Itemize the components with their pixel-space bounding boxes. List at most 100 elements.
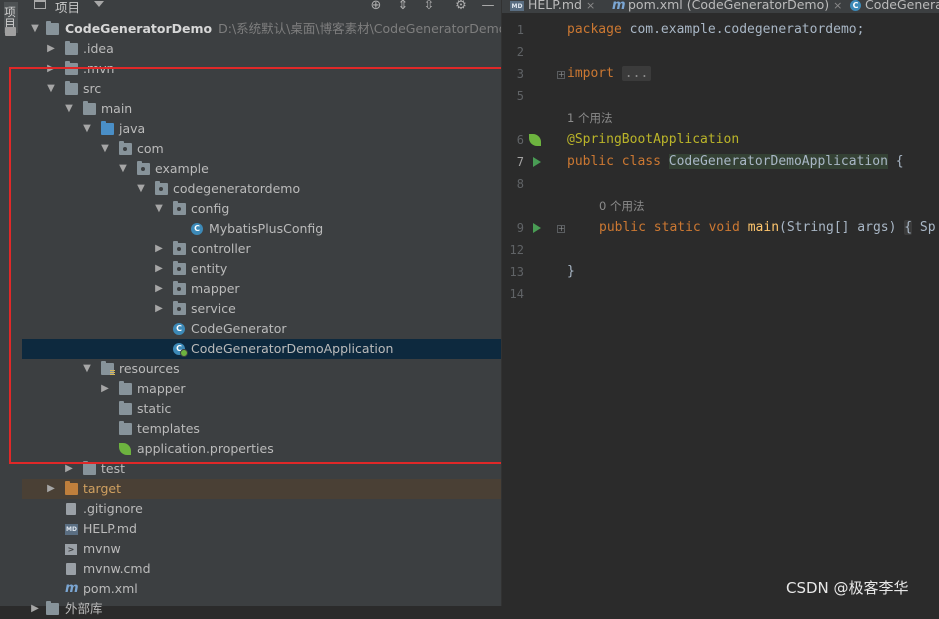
node-label: mvnw.cmd xyxy=(83,561,151,576)
node-label: com xyxy=(137,141,164,156)
chevron-down-icon[interactable]: ▼ xyxy=(64,99,74,119)
tab-codegenerator-app[interactable]: C CodeGenera xyxy=(850,0,939,13)
project-panel-header: 项目 ⊕ ⇕ ⇳ ⚙ — xyxy=(22,0,501,19)
node-label: config xyxy=(191,201,230,216)
run-icon[interactable] xyxy=(533,157,541,167)
view-dropdown-icon[interactable] xyxy=(94,1,104,7)
run-icon[interactable] xyxy=(533,223,541,233)
package-icon xyxy=(119,141,132,155)
chevron-right-icon[interactable]: ▶ xyxy=(46,59,56,79)
folder-icon xyxy=(65,81,78,95)
line-number: 6 xyxy=(516,133,524,147)
locate-icon[interactable]: ⊕ xyxy=(368,0,384,14)
node-label: codegeneratordemo xyxy=(173,181,301,196)
tab-label: CodeGenera xyxy=(865,0,939,12)
node-label: service xyxy=(191,301,236,316)
code-area[interactable]: package com.example.codegeneratordemo; i… xyxy=(567,13,939,606)
node-label: target xyxy=(83,481,122,496)
tree-row-main[interactable]: ▼ main xyxy=(22,99,501,119)
collapse-all-icon[interactable]: ⇳ xyxy=(421,0,437,14)
spring-bean-icon[interactable] xyxy=(529,134,541,146)
tool-window-strip: 项目 xyxy=(0,0,23,606)
markdown-icon: MD xyxy=(510,0,524,11)
chevron-down-icon[interactable]: ▼ xyxy=(82,359,92,379)
tree-row-codegeneratordemo[interactable]: ▼ codegeneratordemo xyxy=(22,179,501,199)
tree-row-com[interactable]: ▼ com xyxy=(22,139,501,159)
code-editor: MD HELP.md × m pom.xml (CodeGeneratorDemo) ×… xyxy=(501,0,939,606)
tree-row-entity[interactable]: ▶ entity xyxy=(22,259,501,279)
chevron-right-icon[interactable]: ▶ xyxy=(154,259,164,279)
usages-hint[interactable]: 1 个用法 xyxy=(567,107,612,129)
chevron-down-icon[interactable]: ▼ xyxy=(136,179,146,199)
resources-folder-icon xyxy=(101,361,115,376)
chevron-right-icon[interactable]: ▶ xyxy=(64,459,74,479)
tree-row-external-libs[interactable]: ▶ 外部库 xyxy=(22,599,501,619)
tree-row-res-mapper[interactable]: ▶ mapper xyxy=(22,379,501,399)
node-label: mapper xyxy=(137,381,186,396)
tree-row-test[interactable]: ▶ test xyxy=(22,459,501,479)
chevron-right-icon[interactable]: ▶ xyxy=(30,599,40,619)
chevron-down-icon[interactable]: ▼ xyxy=(46,79,56,99)
code-line-9: public static void main(String[] args) {… xyxy=(599,220,936,235)
tree-row-app-selected[interactable]: C CodeGeneratorDemoApplication xyxy=(22,339,501,359)
tree-row-target[interactable]: ▶ target xyxy=(22,479,501,499)
folder-icon xyxy=(65,41,78,55)
tree-row-root[interactable]: ▼ CodeGeneratorDemo D:\系统默认\桌面\博客素材\CodeG… xyxy=(22,19,506,39)
root-path: D:\系统默认\桌面\博客素材\CodeGeneratorDemo xyxy=(218,21,507,36)
node-label: .mvn xyxy=(83,61,115,76)
tree-row-codegenerator[interactable]: C CodeGenerator xyxy=(22,319,501,339)
code-line-1: package com.example.codegeneratordemo; xyxy=(567,22,865,37)
close-icon[interactable]: × xyxy=(586,0,595,12)
tree-row-application-properties[interactable]: application.properties xyxy=(22,439,501,459)
markdown-icon: MD xyxy=(65,524,78,535)
tree-row-mybatisplusconfig[interactable]: C MybatisPlusConfig xyxy=(22,219,501,239)
tab-label: pom.xml (CodeGeneratorDemo) xyxy=(628,0,830,12)
package-icon xyxy=(173,281,186,295)
tree-row-service[interactable]: ▶ service xyxy=(22,299,501,319)
chevron-right-icon[interactable]: ▶ xyxy=(154,279,164,299)
tree-row-example[interactable]: ▼ example xyxy=(22,159,501,179)
chevron-down-icon[interactable]: ▼ xyxy=(82,119,92,139)
chevron-down-icon[interactable]: ▼ xyxy=(30,19,40,39)
terminal-icon: > xyxy=(65,544,77,555)
tree-row-resources[interactable]: ▼ resources xyxy=(22,359,501,379)
folder-icon xyxy=(119,381,132,395)
node-label: java xyxy=(119,121,146,136)
chevron-right-icon[interactable]: ▶ xyxy=(46,39,56,59)
tree-row-mvnw[interactable]: > mvnw xyxy=(22,539,501,559)
chevron-right-icon[interactable]: ▶ xyxy=(46,479,56,499)
tree-row-src[interactable]: ▼ src xyxy=(22,79,501,99)
tab-help-md[interactable]: MD HELP.md × xyxy=(510,0,595,13)
tree-row-help-md[interactable]: MD HELP.md xyxy=(22,519,501,539)
fold-marker-icon[interactable]: + xyxy=(557,71,565,79)
chevron-right-icon[interactable]: ▶ xyxy=(154,239,164,259)
tree-row-static[interactable]: static xyxy=(22,399,501,419)
chevron-right-icon[interactable]: ▶ xyxy=(154,299,164,319)
tree-row-mapper[interactable]: ▶ mapper xyxy=(22,279,501,299)
tree-row-java[interactable]: ▼ java xyxy=(22,119,501,139)
tab-pom-xml[interactable]: m pom.xml (CodeGeneratorDemo) × xyxy=(612,0,842,13)
fold-marker-icon[interactable]: + xyxy=(557,225,565,233)
usages-hint[interactable]: 0 个用法 xyxy=(599,195,644,217)
folded-imports[interactable]: ... xyxy=(621,66,652,81)
line-number: 8 xyxy=(516,177,524,191)
tree-row-templates[interactable]: templates xyxy=(22,419,501,439)
close-icon[interactable]: × xyxy=(833,0,842,12)
tree-row-controller[interactable]: ▶ controller xyxy=(22,239,501,259)
tree-row-pom[interactable]: m pom.xml xyxy=(22,579,501,599)
gear-icon[interactable]: ⚙ xyxy=(453,0,469,14)
chevron-down-icon[interactable]: ▼ xyxy=(118,159,128,179)
tree-row-mvn[interactable]: ▶ .mvn xyxy=(22,59,501,79)
chevron-right-icon[interactable]: ▶ xyxy=(100,379,110,399)
tree-row-idea[interactable]: ▶ .idea xyxy=(22,39,501,59)
line-number: 1 xyxy=(516,23,524,37)
tree-row-config[interactable]: ▼ config xyxy=(22,199,501,219)
expand-all-icon[interactable]: ⇕ xyxy=(395,0,411,14)
node-label: MybatisPlusConfig xyxy=(209,221,324,236)
tree-row-mvnw-cmd[interactable]: mvnw.cmd xyxy=(22,559,501,579)
chevron-down-icon[interactable]: ▼ xyxy=(154,199,164,219)
chevron-down-icon[interactable]: ▼ xyxy=(100,139,110,159)
watermark: CSDN @极客李华 xyxy=(786,579,909,597)
tree-row-gitignore[interactable]: .gitignore xyxy=(22,499,501,519)
minimize-icon[interactable]: — xyxy=(480,0,496,14)
